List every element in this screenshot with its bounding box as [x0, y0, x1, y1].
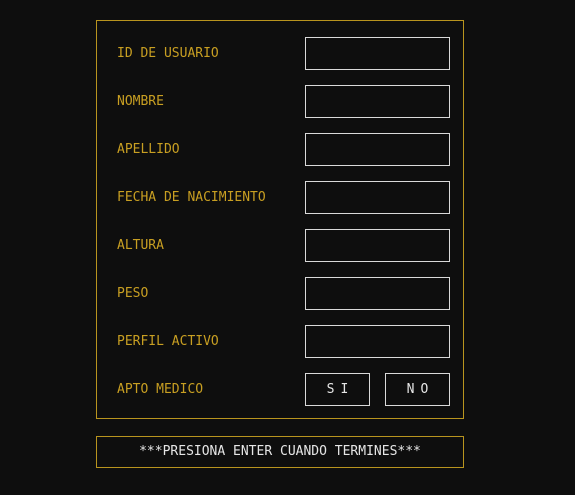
- fecha-nacimiento-input[interactable]: [305, 181, 450, 214]
- row-peso: PESO: [97, 277, 463, 311]
- enter-hint-banner: ***PRESIONA ENTER CUANDO TERMINES***: [96, 436, 464, 468]
- peso-input[interactable]: [305, 277, 450, 310]
- perfil-activo-label: PERFIL ACTIVO: [117, 334, 219, 349]
- enter-hint-text: ***PRESIONA ENTER CUANDO TERMINES***: [139, 444, 421, 459]
- nombre-input[interactable]: [305, 85, 450, 118]
- row-id-usuario: ID DE USUARIO: [97, 37, 463, 71]
- apellido-label: APELLIDO: [117, 142, 180, 157]
- altura-input[interactable]: [305, 229, 450, 262]
- altura-label: ALTURA: [117, 238, 164, 253]
- apellido-input[interactable]: [305, 133, 450, 166]
- row-perfil-activo: PERFIL ACTIVO: [97, 325, 463, 359]
- apto-medico-si-button[interactable]: SI: [305, 373, 370, 406]
- row-apellido: APELLIDO: [97, 133, 463, 167]
- row-altura: ALTURA: [97, 229, 463, 263]
- id-usuario-label: ID DE USUARIO: [117, 46, 219, 61]
- nombre-label: NOMBRE: [117, 94, 164, 109]
- peso-label: PESO: [117, 286, 149, 301]
- apto-medico-label: APTO MEDICO: [117, 382, 204, 397]
- fecha-nacimiento-label: FECHA DE NACIMIENTO: [117, 190, 266, 205]
- row-fecha-nacimiento: FECHA DE NACIMIENTO: [97, 181, 463, 215]
- row-apto-medico: APTO MEDICO SI NO: [97, 373, 463, 407]
- apto-medico-no-button[interactable]: NO: [385, 373, 450, 406]
- id-usuario-input[interactable]: [305, 37, 450, 70]
- perfil-activo-input[interactable]: [305, 325, 450, 358]
- row-nombre: NOMBRE: [97, 85, 463, 119]
- user-form-panel: ID DE USUARIO NOMBRE APELLIDO FECHA DE N…: [96, 20, 464, 419]
